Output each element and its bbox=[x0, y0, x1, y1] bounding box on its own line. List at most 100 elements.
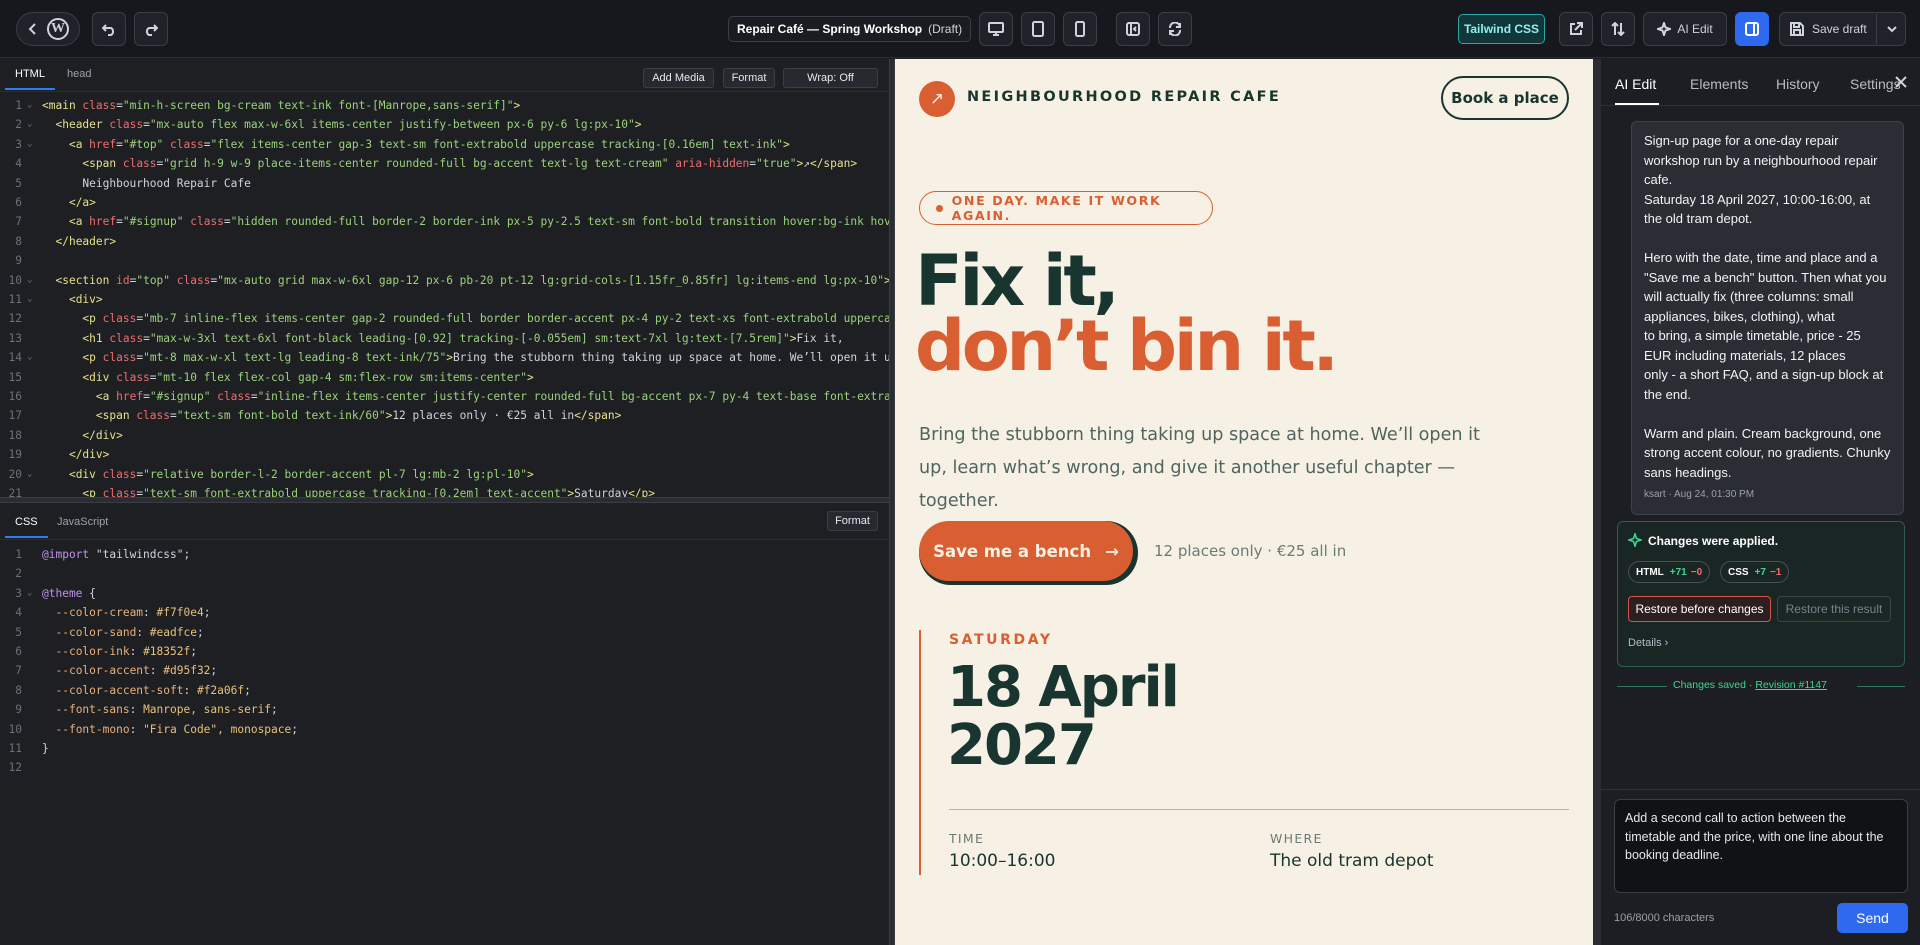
code-line: --font-mono: "Fira Code", monospace; bbox=[55, 722, 298, 736]
hero-badge-text: ONE DAY. MAKE IT WORK AGAIN. bbox=[951, 193, 1162, 223]
ai-prompt-textarea[interactable]: Add a second call to action between the … bbox=[1614, 799, 1908, 893]
line-number: 11 bbox=[8, 742, 22, 755]
collapse-panel-icon bbox=[1126, 22, 1140, 36]
fold-chevron-icon[interactable]: ⌄ bbox=[27, 348, 32, 367]
collapse-editor-button[interactable] bbox=[1116, 12, 1150, 46]
css-code-area[interactable]: 1 @import "tailwindcss"; 2 3 ⌄ @theme {4 --co… bbox=[0, 541, 889, 841]
save-bench-button[interactable]: Save me a bench → bbox=[919, 521, 1133, 581]
line-number: 2 bbox=[15, 567, 22, 581]
fold-chevron-icon[interactable]: ⌄ bbox=[27, 96, 32, 115]
tab-elements[interactable]: Elements bbox=[1690, 76, 1748, 92]
fold-chevron-icon[interactable]: ⌄ bbox=[27, 271, 32, 290]
fold-chevron-icon[interactable]: ⌄ bbox=[27, 584, 32, 603]
toggle-ai-panel-button[interactable] bbox=[1735, 12, 1769, 46]
line-number: 15 bbox=[8, 370, 22, 384]
code-line: <a href="#signup" class="inline-flex ite… bbox=[95, 390, 889, 403]
line-number: 7 bbox=[15, 664, 22, 678]
code-line: @theme { bbox=[42, 586, 96, 600]
document-title[interactable]: Repair Café — Spring Workshop (Draft) bbox=[728, 16, 972, 42]
refresh-icon bbox=[1169, 22, 1181, 36]
line-number: 13 bbox=[8, 331, 22, 345]
code-line: --font-sans: Manrope, sans-serif; bbox=[55, 703, 278, 717]
day-label: SATURDAY bbox=[949, 632, 1053, 648]
html-diff-pill[interactable]: HTML +71 −0 bbox=[1628, 561, 1711, 583]
tab-javascript[interactable]: JavaScript bbox=[57, 516, 108, 528]
message-meta: ksart · Aug 24, 01:30 PM bbox=[1644, 489, 1755, 500]
sort-button[interactable] bbox=[1601, 12, 1635, 46]
code-line: </div> bbox=[82, 428, 123, 442]
ai-edit-label: AI Edit bbox=[1677, 22, 1713, 36]
fold-chevron-icon[interactable]: ⌄ bbox=[27, 135, 32, 154]
mobile-view-button[interactable] bbox=[1063, 12, 1097, 46]
hero-badge: ONE DAY. MAKE IT WORK AGAIN. bbox=[919, 191, 1213, 225]
save-draft-label: Save draft bbox=[1812, 22, 1867, 36]
line-number: 14 bbox=[8, 351, 22, 365]
line-number: 5 bbox=[15, 176, 22, 190]
html-code-area[interactable]: 1 ⌄ <main class="min-h-screen bg-cream tex… bbox=[0, 92, 889, 497]
chevron-left-icon bbox=[28, 23, 36, 35]
ai-edit-button[interactable]: AI Edit bbox=[1643, 12, 1727, 46]
saved-line-left bbox=[1617, 686, 1667, 687]
headline-line-2: don’t bin it. bbox=[915, 305, 1339, 387]
fold-chevron-icon[interactable]: ⌄ bbox=[27, 465, 32, 484]
save-draft-button[interactable]: Save draft bbox=[1779, 12, 1906, 46]
preview-ai-resize-handle[interactable] bbox=[1593, 59, 1601, 945]
send-button[interactable]: Send bbox=[1837, 903, 1908, 933]
line-number: 10 bbox=[8, 722, 22, 736]
code-line: <span class="text-sm font-bold text-ink/… bbox=[95, 409, 622, 423]
line-number: 2 bbox=[15, 118, 22, 132]
line-number: 12 bbox=[8, 312, 22, 326]
details-toggle[interactable]: Details › bbox=[1628, 637, 1668, 649]
date-line-1: 18 April bbox=[947, 655, 1180, 720]
code-line: <a href="#signup" class="hidden rounded-… bbox=[68, 215, 889, 229]
restore-before-button[interactable]: Restore before changes bbox=[1628, 596, 1771, 622]
changes-saved-status: Changes saved · Revision #1147 bbox=[1673, 679, 1827, 691]
undo-button[interactable] bbox=[92, 12, 126, 46]
code-line: <div> bbox=[68, 293, 103, 306]
html-format-button[interactable]: Format bbox=[723, 68, 775, 88]
fold-chevron-icon[interactable]: ⌄ bbox=[27, 115, 32, 134]
live-preview: ↗ NEIGHBOURHOOD REPAIR CAFE Book a place… bbox=[895, 59, 1593, 945]
css-diff-pill[interactable]: CSS +7 −1 bbox=[1720, 561, 1790, 583]
revision-link[interactable]: Revision #1147 bbox=[1755, 679, 1827, 691]
user-message: Sign-up page for a one-day repair worksh… bbox=[1631, 121, 1904, 515]
code-line: <div class="mt-10 flex flex-col gap-4 sm… bbox=[82, 370, 534, 384]
tablet-icon bbox=[1032, 21, 1044, 37]
tab-ai-edit[interactable]: AI Edit bbox=[1615, 76, 1656, 92]
code-line: @import "tailwindcss"; bbox=[42, 548, 191, 561]
back-wordpress-button[interactable]: W bbox=[16, 12, 80, 46]
tab-css[interactable]: CSS bbox=[5, 516, 48, 538]
time-label: TIME bbox=[949, 831, 985, 846]
redo-icon bbox=[145, 24, 158, 36]
desktop-view-button[interactable] bbox=[979, 12, 1013, 46]
add-media-button[interactable]: Add Media bbox=[643, 68, 714, 88]
message-paragraph: Warm and plain. Cream background, one st… bbox=[1644, 425, 1891, 480]
line-number: 21 bbox=[8, 487, 22, 497]
code-line: --color-accent-soft: #f2a06f; bbox=[55, 683, 251, 697]
tablet-view-button[interactable] bbox=[1021, 12, 1055, 46]
line-number: 19 bbox=[8, 448, 22, 462]
redo-button[interactable] bbox=[134, 12, 168, 46]
tab-head[interactable]: head bbox=[67, 68, 91, 80]
close-icon[interactable] bbox=[1895, 76, 1907, 88]
css-format-button[interactable]: Format bbox=[827, 511, 878, 531]
editor-split-handle[interactable] bbox=[0, 497, 889, 503]
tab-settings[interactable]: Settings bbox=[1850, 76, 1901, 92]
line-number: 6 bbox=[15, 645, 22, 658]
book-place-button[interactable]: Book a place bbox=[1441, 76, 1569, 120]
fold-chevron-icon[interactable]: ⌄ bbox=[27, 290, 32, 309]
line-number: 7 bbox=[15, 215, 22, 229]
tailwind-css-badge[interactable]: Tailwind CSS bbox=[1458, 14, 1545, 44]
chevron-down-icon[interactable] bbox=[1887, 24, 1897, 34]
tab-html[interactable]: HTML bbox=[5, 68, 55, 90]
open-external-button[interactable] bbox=[1559, 12, 1593, 46]
diff-deletions: −0 bbox=[1690, 566, 1703, 578]
line-number: 3 bbox=[15, 137, 22, 151]
brand-name[interactable]: NEIGHBOURHOOD REPAIR CAFE bbox=[967, 89, 1281, 105]
refresh-preview-button[interactable] bbox=[1158, 12, 1192, 46]
wrap-toggle-button[interactable]: Wrap: Off bbox=[783, 68, 878, 88]
line-number: 5 bbox=[15, 625, 22, 639]
tab-history[interactable]: History bbox=[1776, 76, 1820, 92]
character-count: 106/8000 characters bbox=[1614, 912, 1715, 924]
restore-result-button[interactable]: Restore this result bbox=[1777, 596, 1891, 622]
